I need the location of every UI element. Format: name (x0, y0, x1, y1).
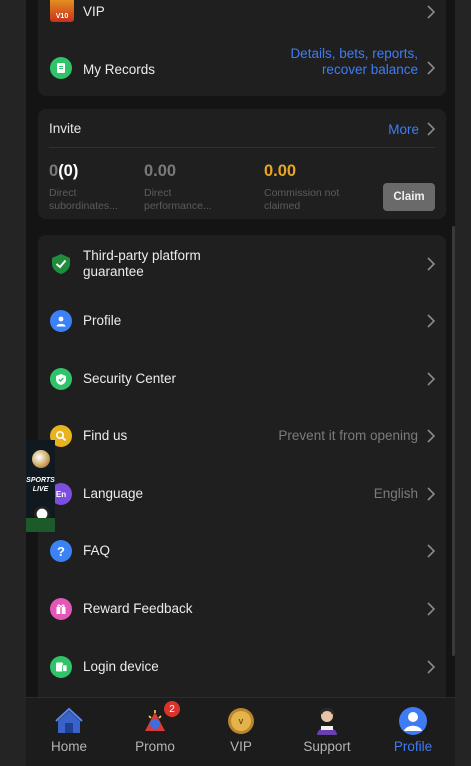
menu-item-profile[interactable]: Profile (38, 301, 446, 341)
question-icon: ? (50, 540, 72, 562)
nav-vip-label: VIP (230, 739, 252, 754)
menu-card: Third-party platform guarantee Profile S… (38, 235, 446, 705)
stat-subordinates-label: Direct subordinates... (49, 187, 118, 213)
chevron-right-icon (427, 487, 436, 501)
vip-icon: V (228, 708, 254, 734)
stat-performance-value: 0.00 (144, 162, 177, 180)
stat-performance-label: Direct performance... (144, 187, 212, 213)
language-value: English (373, 486, 418, 501)
home-icon (55, 707, 83, 733)
find-us-label: Find us (83, 428, 128, 443)
bottom-nav: Home 2 Promo V VIP Support Profile (26, 697, 455, 766)
promo-badge-count: 2 (169, 703, 175, 715)
menu-item-language[interactable]: En Language English (38, 474, 446, 514)
question-icon-text: ? (57, 543, 65, 559)
stat-commission-label-line1: Commission not (264, 187, 340, 199)
third-party-label-line2: guarantee (83, 264, 144, 279)
account-card: V10 VIP My Records Details, bets, report… (38, 0, 446, 96)
invite-card: Invite More 0(0) Direct subordinates... … (38, 109, 446, 219)
profile-label: Profile (83, 313, 122, 328)
chevron-right-icon (427, 5, 436, 19)
chevron-right-icon (427, 314, 436, 328)
floating-sports-ad[interactable]: SPORTS LIVE (26, 440, 55, 532)
third-party-label: Third-party platform guarantee (83, 248, 201, 280)
nav-promo-label: Promo (135, 739, 175, 754)
stat-subordinates-label-line2: subordinates... (49, 200, 118, 212)
soccer-ball-icon (32, 450, 50, 468)
stat-commission-label-line2: claimed (264, 200, 301, 212)
invite-divider (49, 147, 435, 148)
sports-live-logo: SPORTS LIVE (26, 476, 55, 494)
nav-profile-label: Profile (393, 739, 433, 754)
my-records-value: Details, bets, reports, recover balance (290, 46, 418, 78)
nav-support[interactable]: Support (284, 698, 370, 766)
nav-profile[interactable]: Profile (370, 698, 455, 766)
language-label: Language (83, 486, 144, 501)
chevron-right-icon (427, 544, 436, 558)
nav-vip[interactable]: V VIP (198, 698, 284, 766)
my-records-row[interactable]: My Records Details, bets, reports, recov… (38, 46, 446, 88)
user-icon (50, 310, 72, 332)
gift-icon (50, 598, 72, 620)
chevron-right-icon (427, 602, 436, 616)
third-party-label-line1: Third-party platform (83, 248, 201, 263)
menu-item-login-device[interactable]: Login device (38, 647, 446, 687)
scrollbar[interactable] (452, 226, 455, 656)
menu-item-find-us[interactable]: Find us Prevent it from opening (38, 416, 446, 456)
stat-performance-label-line1: Direct (144, 187, 172, 199)
my-records-value-line2: recover balance (321, 62, 418, 77)
sports-live-logo-line2: LIVE (32, 486, 49, 493)
invite-more-link[interactable]: More (388, 119, 437, 139)
shield-icon (50, 368, 72, 390)
nav-home-label: Home (50, 739, 87, 754)
chevron-right-icon (427, 429, 436, 443)
records-icon (50, 57, 72, 79)
chevron-right-icon (427, 61, 436, 75)
my-records-label: My Records (83, 62, 156, 77)
nav-support-label: Support (303, 739, 351, 754)
claim-button[interactable]: Claim (383, 183, 435, 211)
invite-more-label: More (388, 121, 419, 137)
nav-home[interactable]: Home (26, 698, 112, 766)
menu-item-faq[interactable]: ? FAQ (38, 531, 446, 571)
svg-text:V: V (239, 719, 244, 726)
stat-commission-value: 0.00 (264, 162, 297, 180)
login-device-label: Login device (83, 659, 159, 674)
sports-live-logo-line1: SPORTS (26, 477, 55, 484)
nav-promo[interactable]: 2 Promo (112, 698, 198, 766)
security-center-label: Security Center (83, 371, 177, 386)
stat-subordinates-total: (0) (58, 162, 79, 180)
shield-check-icon (50, 253, 72, 275)
stat-subordinates-label-line1: Direct (49, 187, 77, 199)
language-icon-text: En (55, 489, 67, 499)
vip-level-badge: V10 (55, 12, 69, 20)
chevron-right-icon (427, 372, 436, 386)
menu-item-third-party-guarantee[interactable]: Third-party platform guarantee (38, 244, 446, 284)
vip-label: VIP (83, 4, 105, 19)
promo-badge: 2 (164, 701, 180, 717)
device-icon (50, 656, 72, 678)
reward-feedback-label: Reward Feedback (83, 601, 193, 616)
menu-item-reward-feedback[interactable]: Reward Feedback (38, 589, 446, 629)
stat-subordinates-count: 0 (49, 162, 59, 180)
app-screen: V10 VIP My Records Details, bets, report… (26, 0, 455, 766)
chevron-right-icon (427, 660, 436, 674)
stat-subordinates-value: 0(0) (49, 162, 78, 181)
faq-label: FAQ (83, 543, 111, 558)
stat-performance-label-line2: performance... (144, 200, 212, 212)
pitch-graphic (26, 518, 55, 532)
vip-row[interactable]: V10 VIP (38, 0, 446, 32)
menu-item-security-center[interactable]: Security Center (38, 359, 446, 399)
claim-button-label: Claim (393, 191, 425, 203)
support-icon (317, 708, 337, 735)
my-records-value-line1: Details, bets, reports, (290, 46, 418, 61)
chevron-right-icon (427, 257, 436, 271)
chevron-right-icon (427, 122, 436, 136)
stat-commission-label: Commission not claimed (264, 187, 339, 213)
vip-crown-icon: V10 (50, 0, 74, 22)
find-us-value: Prevent it from opening (278, 428, 418, 443)
invite-title: Invite (49, 121, 82, 136)
profile-icon (399, 707, 427, 735)
